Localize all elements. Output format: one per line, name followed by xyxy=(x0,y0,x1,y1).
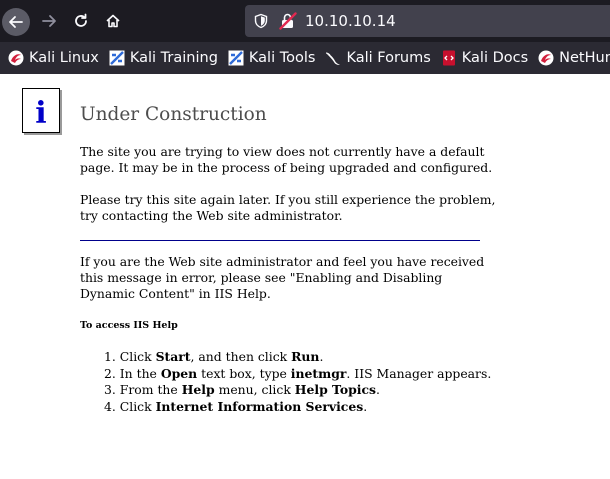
iis-help-subheading: To access IIS Help xyxy=(80,320,178,331)
page-title: Under Construction xyxy=(80,104,267,125)
bookmark-label: NetHunter xyxy=(559,50,610,66)
bookmark-label: Kali Docs xyxy=(461,50,529,66)
home-button[interactable] xyxy=(100,8,126,34)
paragraph-no-default-page: The site you are trying to view does not… xyxy=(80,144,493,175)
paragraph-try-again: Please try this site again later. If you… xyxy=(80,192,496,223)
bookmark-kali-tools[interactable]: Kali Tools xyxy=(226,44,318,72)
kali-tools-icon xyxy=(228,50,244,66)
reload-icon xyxy=(75,13,87,27)
arrow-right-icon xyxy=(42,15,56,27)
address-bar[interactable]: 10.10.10.14 xyxy=(245,5,610,37)
kali-dragon-red-icon xyxy=(8,50,24,66)
horizontal-divider xyxy=(80,240,480,241)
bookmark-label: Kali Forums xyxy=(346,50,431,66)
list-item: 1. Click Start, and then click Run. xyxy=(104,349,324,364)
bookmark-kali-training[interactable]: Kali Training xyxy=(107,44,220,72)
list-item: 2. In the Open text box, type inetmgr. I… xyxy=(104,365,492,381)
bookmark-kali-docs[interactable]: Kali Docs xyxy=(439,44,530,72)
info-glyph: i xyxy=(35,96,46,131)
nethunter-icon xyxy=(538,50,554,66)
url-text[interactable]: 10.10.10.14 xyxy=(305,11,396,31)
kali-training-icon xyxy=(109,50,125,66)
svg-text:i: i xyxy=(35,96,46,131)
home-icon xyxy=(106,14,120,28)
back-button[interactable] xyxy=(2,8,30,36)
bookmark-kali-linux[interactable]: Kali Linux xyxy=(6,44,101,72)
list-item: 3. From the Help menu, click Help Topics… xyxy=(104,382,380,397)
insecure-connection-icon[interactable] xyxy=(279,12,297,30)
iis-help-steps: 1. Click Start, and then click Run. 2. I… xyxy=(104,349,491,415)
tracking-protection-shield-icon[interactable] xyxy=(253,13,269,29)
bookmark-label: Kali Linux xyxy=(29,50,99,66)
browser-toolbar: 10.10.10.14 xyxy=(0,0,610,42)
forward-button[interactable] xyxy=(36,8,62,34)
bookmark-nethunter[interactable]: NetHunter xyxy=(536,44,610,72)
bookmark-label: Kali Training xyxy=(129,50,218,66)
list-item: 4. Click Internet Information Services. xyxy=(104,398,368,414)
arrow-left-icon xyxy=(9,16,23,28)
info-icon: i xyxy=(22,88,60,133)
bookmarks-toolbar: Kali Linux Kali Training Kali Tools Kali… xyxy=(0,42,610,74)
page-content: i Under Construction The site you are tr… xyxy=(0,74,610,479)
reload-button[interactable] xyxy=(68,8,94,34)
bookmark-kali-forums[interactable]: Kali Forums xyxy=(323,44,432,72)
kali-dragon-white-icon xyxy=(326,52,341,65)
kali-docs-icon xyxy=(442,50,455,66)
paragraph-administrator: If you are the Web site administrator an… xyxy=(80,254,485,301)
bookmark-label: Kali Tools xyxy=(248,50,316,66)
